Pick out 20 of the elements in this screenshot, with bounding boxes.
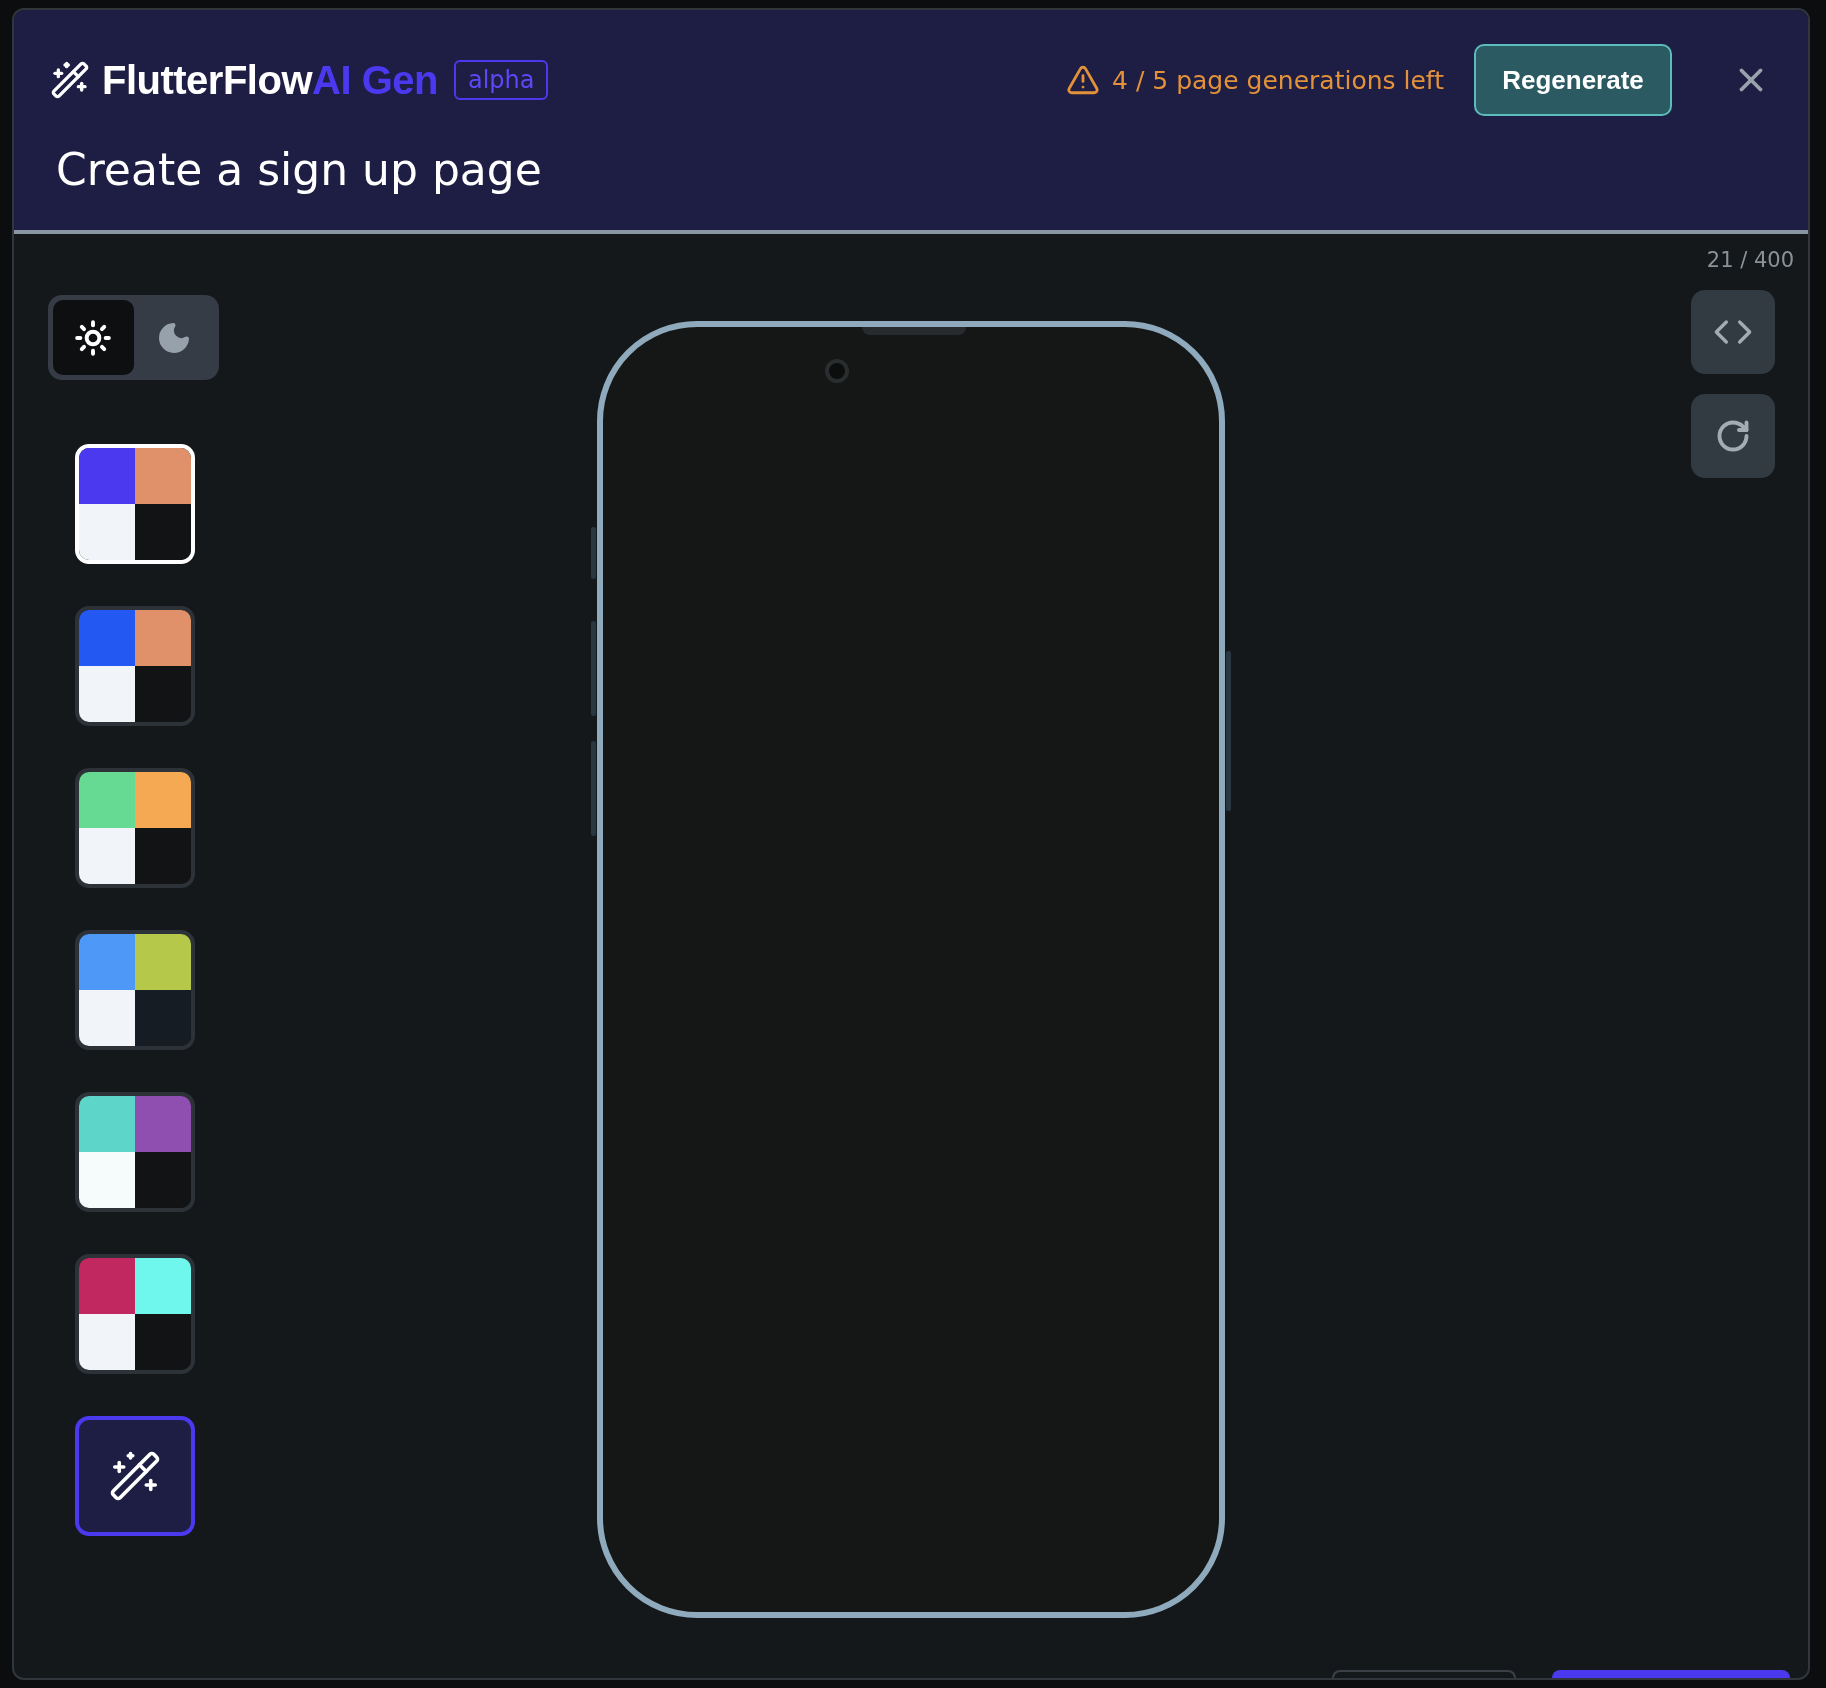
alpha-badge: alpha	[453, 60, 549, 100]
warning-icon	[1066, 63, 1101, 97]
brand-name: FlutterFlowAI Gen	[102, 57, 438, 103]
prompt-text: Create a sign up page	[56, 144, 543, 195]
magic-wand-icon	[108, 1449, 162, 1503]
light-mode-button[interactable]	[53, 300, 134, 375]
ai-palette-button[interactable]	[75, 1416, 195, 1536]
refresh-button[interactable]	[1691, 394, 1775, 478]
sun-icon	[74, 318, 113, 357]
color-palette-swatch[interactable]	[75, 1092, 195, 1212]
logo-icon	[50, 60, 90, 100]
regenerate-button[interactable]: Regenerate	[1474, 44, 1672, 116]
code-button[interactable]	[1691, 290, 1775, 374]
refresh-icon	[1715, 418, 1751, 454]
color-palette-swatch[interactable]	[75, 1254, 195, 1374]
color-palette-swatch[interactable]	[75, 606, 195, 726]
character-counter: 21 / 400	[1706, 248, 1794, 272]
generations-left-text: 4 / 5 page generations left	[1112, 65, 1444, 95]
color-palette-swatch[interactable]	[75, 930, 195, 1050]
color-palette-swatch[interactable]	[75, 768, 195, 888]
